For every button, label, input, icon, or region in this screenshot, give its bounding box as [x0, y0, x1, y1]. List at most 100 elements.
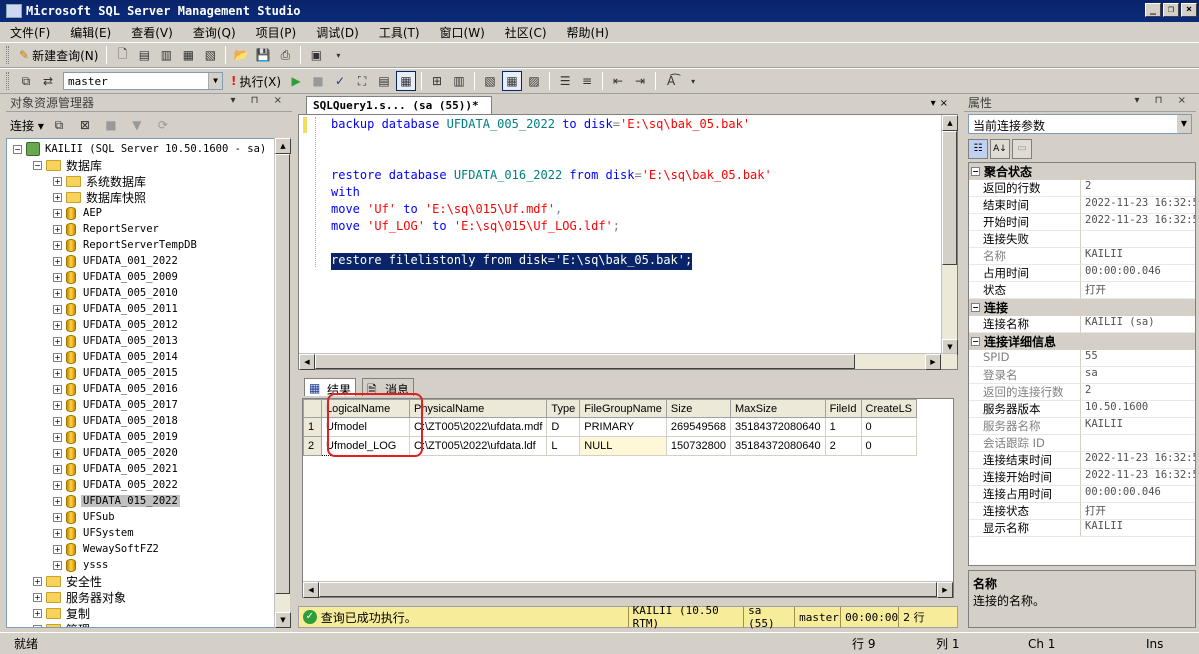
scroll-up-icon[interactable]: ▲	[942, 115, 958, 131]
tree-database-node[interactable]: + ReportServer	[53, 221, 161, 237]
column-header[interactable]: PhysicalName	[408, 399, 548, 418]
analysis-query-icon[interactable]: ▥	[156, 45, 176, 65]
grid-cell[interactable]: L	[546, 436, 581, 456]
uncomment-icon[interactable]: ≡	[577, 71, 597, 91]
tree-database-node[interactable]: + UFDATA_005_2015	[53, 365, 180, 381]
grid-cell[interactable]: 0	[860, 417, 918, 437]
query-designer-icon[interactable]: ▤	[374, 71, 394, 91]
property-row[interactable]: 连接名称 KAILII (sa)	[969, 316, 1195, 333]
results-to-grid-icon[interactable]: ▦	[502, 71, 523, 91]
property-row[interactable]: 连接占用时间 00:00:00.046	[969, 486, 1195, 503]
minimize-button[interactable]: _	[1145, 3, 1161, 17]
property-row[interactable]: 连接结束时间 2022-11-23 16:32:57	[969, 452, 1195, 469]
expand-icon[interactable]: +	[33, 624, 42, 627]
expand-icon[interactable]: +	[53, 480, 62, 490]
scroll-thumb[interactable]	[315, 354, 855, 369]
property-row[interactable]: 连接开始时间 2022-11-23 16:32:57	[969, 469, 1195, 486]
execute-button[interactable]: ! 执行(X)	[227, 71, 285, 91]
menu-help[interactable]: 帮助(H)	[565, 24, 611, 41]
property-category[interactable]: − 连接	[969, 299, 1195, 316]
tree-database-node[interactable]: + ysss	[53, 557, 110, 573]
expand-icon[interactable]: +	[53, 400, 62, 410]
tree-database-node[interactable]: + UFDATA_005_2013	[53, 333, 180, 349]
tree-server-folder[interactable]: + 管理	[33, 621, 90, 627]
tree-database-node[interactable]: + UFDATA_005_2011	[53, 301, 180, 317]
tree-database-node[interactable]: + UFDATA_005_2020	[53, 445, 180, 461]
editor-hscroll[interactable]: ◀ ▶	[299, 353, 957, 370]
sql-editor[interactable]: ▲ ▼ ◀ ▶ backup database UFDATA_005_2022 …	[298, 114, 958, 370]
property-row[interactable]: 结束时间 2022-11-23 16:32:57	[969, 197, 1195, 214]
grid-cell[interactable]: 2	[824, 436, 862, 456]
panel-controls[interactable]: ▾ ⊓ ×	[230, 95, 288, 106]
save-icon[interactable]: 💾	[253, 45, 273, 65]
menu-file[interactable]: 文件(F)	[8, 24, 52, 41]
debug-run-icon[interactable]: ▶	[286, 71, 306, 91]
activity-monitor-icon[interactable]: ▣	[306, 45, 326, 65]
scroll-up-icon[interactable]: ▲	[275, 138, 291, 154]
grid-cell[interactable]: D	[546, 417, 581, 437]
grid-cell[interactable]: 150732800	[665, 436, 731, 456]
refresh-icon[interactable]: ⟳	[153, 115, 173, 135]
tree-database-node[interactable]: + UFDATA_005_2022	[53, 477, 180, 493]
property-row[interactable]: 服务器版本 10.50.1600	[969, 401, 1195, 418]
scroll-thumb[interactable]	[942, 131, 957, 265]
tree-server-folder[interactable]: + 服务器对象	[33, 589, 126, 605]
tree-database-node[interactable]: + UFDATA_001_2022	[53, 253, 180, 269]
tree-database-node[interactable]: + UFSystem	[53, 525, 136, 541]
categorized-icon[interactable]: ☷	[968, 139, 988, 159]
property-pages-icon[interactable]: ▭	[1012, 139, 1032, 159]
expand-icon[interactable]: +	[33, 608, 42, 618]
tree-database-node[interactable]: + UFSub	[53, 509, 117, 525]
grid-cell[interactable]: 35184372080640	[729, 436, 826, 456]
print-icon[interactable]: ⎙	[275, 45, 295, 65]
column-header[interactable]: FileGroupName	[579, 399, 667, 418]
cancel-query-icon[interactable]: ■	[308, 71, 328, 91]
expand-icon[interactable]: +	[53, 336, 62, 346]
scroll-down-icon[interactable]: ▼	[275, 612, 291, 628]
toolbar-options-icon[interactable]: ▾	[683, 71, 703, 91]
restore-button[interactable]: ❐	[1163, 3, 1179, 17]
column-header[interactable]: Type	[546, 399, 581, 418]
property-row[interactable]: 状态 打开	[969, 282, 1195, 299]
row-number[interactable]: 2	[303, 436, 322, 456]
collapse-icon[interactable]: −	[971, 167, 980, 176]
mdx-query-icon[interactable]: ▦	[178, 45, 198, 65]
tree-database-node[interactable]: + WewaySoftFZ2	[53, 541, 161, 557]
expand-icon[interactable]: +	[33, 576, 42, 586]
menu-window[interactable]: 窗口(W)	[438, 24, 487, 41]
close-button[interactable]: ×	[1181, 3, 1197, 17]
results-to-file-icon[interactable]: ▨	[524, 71, 544, 91]
toolbar-options-icon[interactable]: ▾	[328, 45, 348, 65]
expand-icon[interactable]: +	[53, 544, 62, 554]
include-plan-icon[interactable]: ⊞	[427, 71, 447, 91]
tree-database-node[interactable]: + UFDATA_005_2009	[53, 269, 180, 285]
tree-database-node[interactable]: + UFDATA_005_2019	[53, 429, 180, 445]
expand-icon[interactable]: +	[53, 208, 62, 218]
expand-icon[interactable]: +	[53, 448, 62, 458]
grid-cell[interactable]: 1	[824, 417, 862, 437]
menu-query[interactable]: 查询(Q)	[191, 24, 238, 41]
collapse-icon[interactable]: −	[971, 337, 980, 346]
tree-database-node[interactable]: + UFDATA_005_2018	[53, 413, 180, 429]
panel-controls[interactable]: ▾ ⊓ ×	[1134, 95, 1192, 106]
expand-icon[interactable]: +	[53, 320, 62, 330]
tree-server-folder[interactable]: + 安全性	[33, 573, 102, 589]
expand-icon[interactable]: +	[53, 304, 62, 314]
expand-icon[interactable]: +	[53, 464, 62, 474]
scroll-thumb[interactable]	[275, 154, 290, 594]
client-stats-icon[interactable]: ▥	[449, 71, 469, 91]
specify-template-values-icon[interactable]: A͡	[661, 71, 681, 91]
increase-indent-icon[interactable]: ⇥	[630, 71, 650, 91]
row-number[interactable]: 1	[303, 417, 322, 437]
expand-icon[interactable]: +	[33, 592, 42, 602]
scroll-thumb[interactable]	[319, 582, 937, 597]
tree-server-node[interactable]: − KAILII (SQL Server 10.50.1600 - sa)	[13, 141, 266, 157]
grid-cell[interactable]: C:\ZT005\2022\ufdata.mdf	[408, 417, 548, 437]
new-query-button[interactable]: ✎ 新建查询(N)	[15, 45, 102, 65]
expand-icon[interactable]: +	[53, 288, 62, 298]
grid-cell[interactable]: 269549568	[665, 417, 731, 437]
object-explorer-scrollbar[interactable]: ▲ ▼	[274, 138, 291, 628]
disconnect-icon[interactable]: ⊠	[75, 115, 95, 135]
decrease-indent-icon[interactable]: ⇤	[608, 71, 628, 91]
tree-database-node[interactable]: + UFDATA_005_2010	[53, 285, 180, 301]
